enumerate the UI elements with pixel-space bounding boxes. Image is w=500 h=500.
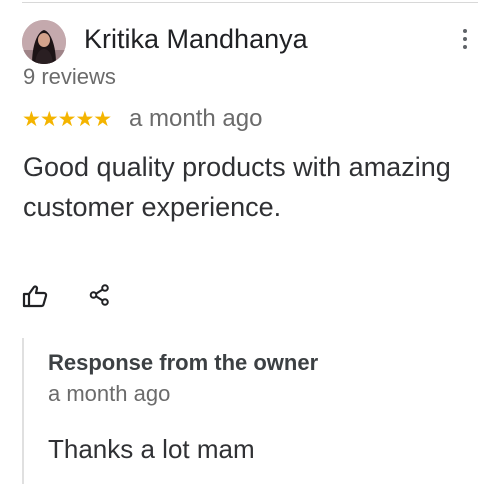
response-text: Thanks a lot mam [48,434,255,464]
share-button[interactable] [88,283,112,307]
more-vert-icon-dot [463,45,467,49]
more-options-button[interactable] [452,24,478,54]
review-card: Kritika Mandhanya 9 reviews ★★★★★ a mont… [0,0,500,500]
owner-response: Response from the owner a month ago Than… [22,338,464,484]
response-title: Response from the owner [48,350,319,375]
avatar-photo [22,20,66,64]
star-rating: ★★★★★ [22,108,112,131]
thumbs-up-icon [22,285,48,308]
share-icon [89,284,109,306]
review-text: Good quality products with amazing custo… [23,152,451,222]
author-name[interactable]: Kritika Mandhanya [84,24,308,55]
like-button[interactable] [22,284,48,308]
more-vert-icon [463,29,467,33]
review-count: 9 reviews [23,64,116,89]
review-time: a month ago [129,105,263,132]
avatar[interactable] [22,20,66,64]
top-divider [22,2,478,3]
more-vert-icon-dot [463,37,467,41]
response-time: a month ago [48,381,171,406]
